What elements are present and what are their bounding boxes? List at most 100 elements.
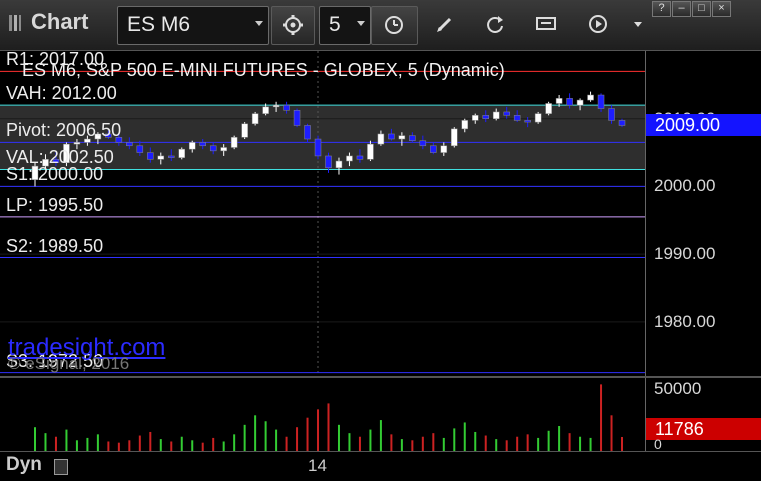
volume-bar [34,427,36,451]
price-tick-label: 1990.00 [654,244,716,264]
volume-bar [348,433,351,451]
volume-bar [358,436,361,451]
volume-bar [568,433,571,451]
candle-body [587,94,594,101]
lock-icon[interactable] [54,459,68,475]
last-price-tag: 2009.00 [646,114,761,137]
candle-body [325,155,332,169]
time-axis[interactable]: Dyn 14 [0,451,761,481]
volume-bar [526,434,529,451]
candle-body [188,142,196,150]
candle-body [293,109,301,126]
pencil-icon[interactable] [435,14,455,34]
chart-area[interactable]: ES M6, S&P 500 E-MINI FUTURES - GLOBEX, … [0,51,761,481]
candle-body [251,113,259,125]
volume-bar [117,442,120,451]
volume-bar [337,424,340,451]
chart-app-icon [9,15,21,31]
candle-body [398,135,406,140]
level-label: S1: 2000.00 [6,164,104,185]
volume-bar [516,436,519,451]
volume-bar [453,428,456,451]
volume-bar [254,415,257,451]
candle-body [220,147,227,152]
minimize-button[interactable]: – [672,1,691,17]
volume-bar [149,431,152,451]
help-button[interactable]: ? [652,1,671,17]
candle-body [524,120,531,123]
volume-bar [180,436,183,451]
close-button[interactable]: × [712,1,731,17]
volume-plot [34,384,623,451]
candle-body [304,125,311,140]
candle-body [73,142,81,145]
symbol-value: ES M6 [127,13,191,36]
volume-bar [296,427,299,451]
volume-bar [390,434,393,451]
volume-bar [369,429,372,451]
volume-bar [537,437,540,451]
volume-bar [317,409,320,451]
candle-body [209,145,217,152]
volume-bar [579,436,582,451]
symbol-input[interactable]: ES M6 [117,6,269,45]
volume-bar [233,434,236,451]
candle-body [168,155,175,158]
candle-body [136,145,144,153]
time-button[interactable] [371,6,418,45]
volume-bar [191,440,194,451]
maximize-button[interactable]: □ [692,1,711,17]
symbol-dropdown-icon[interactable] [255,21,263,26]
candle-body [545,103,552,114]
volume-bar [86,437,89,451]
volume-bar [400,439,403,451]
settings-gear-icon [283,15,303,35]
volume-bar [96,434,99,451]
play-icon[interactable] [588,14,608,34]
dyn-label: Dyn [6,454,42,475]
candle-body [388,133,395,140]
candle-body [419,140,427,147]
interval-input[interactable]: 5 [319,6,371,45]
candle-body [513,115,521,121]
volume-bar [484,435,487,451]
candle-body [461,120,469,130]
get-data-icon[interactable] [536,14,556,34]
candle-body [356,155,364,160]
volume-axis[interactable]: 50000 11786 0 [645,378,761,452]
candle-body [272,104,280,108]
dropdown-arrow-icon[interactable] [628,14,648,34]
refresh-cycle-icon[interactable] [485,14,505,34]
copyright-text: © eSignal, 2016 [8,354,130,373]
volume-bar [65,429,68,451]
volume-bar [170,441,173,451]
candle-body [472,115,479,121]
price-axis[interactable]: 2010.002000.001990.001980.00 2009.00 [645,51,761,376]
level-label: R1: 2017.00 [6,51,105,70]
candle-body [618,120,626,126]
price-tick-label: 1980.00 [654,311,716,331]
volume-bar [463,422,466,451]
candle-body [482,115,489,119]
volume-bar [495,439,498,451]
volume-bar [432,433,435,451]
volume-bar [547,430,550,451]
candle-body [430,145,437,153]
candle-body [230,137,238,148]
volume-bar [442,437,445,451]
volume-bar [243,424,246,451]
window-title: Chart [31,9,89,34]
last-price-value: 2009.00 [655,115,721,136]
volume-bar [44,433,47,451]
volume-pane[interactable] [0,378,645,451]
volume-bar [159,439,162,451]
interval-dropdown-icon[interactable] [357,21,365,26]
candle-body [451,128,458,147]
settings-button[interactable] [271,6,315,45]
candle-body [367,143,374,160]
volume-bar [589,437,592,451]
price-pane[interactable]: ES M6, S&P 500 E-MINI FUTURES - GLOBEX, … [0,51,645,376]
candle-body [608,108,615,121]
candle-body [283,104,290,111]
clock-icon [385,16,403,34]
